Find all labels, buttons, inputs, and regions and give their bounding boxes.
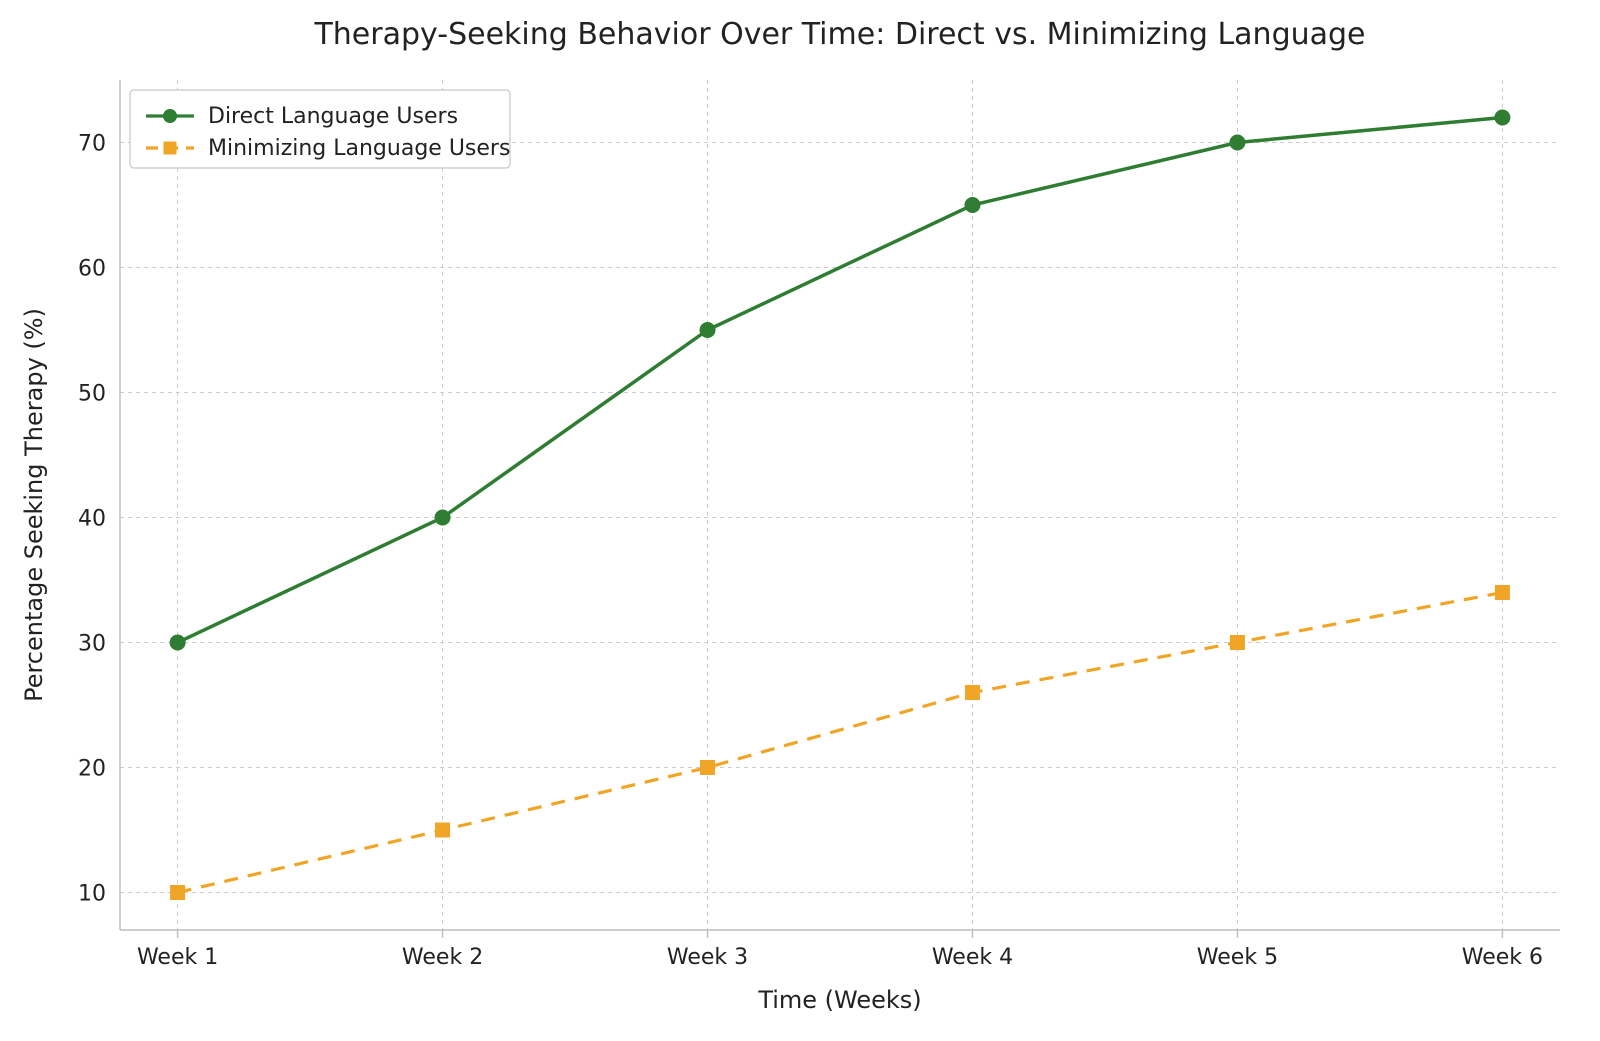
x-tick-label: Week 3 <box>667 945 748 970</box>
x-tick-label: Week 5 <box>1197 945 1278 970</box>
y-tick-label: 30 <box>78 632 106 657</box>
legend-marker-circle <box>163 109 177 123</box>
data-point <box>965 686 979 700</box>
x-axis-label: Time (Weeks) <box>757 986 921 1014</box>
legend-label: Minimizing Language Users <box>208 136 510 161</box>
y-tick-label: 50 <box>78 382 106 407</box>
x-tick-label: Week 6 <box>1462 945 1543 970</box>
series-line-1 <box>178 593 1503 893</box>
data-point <box>170 635 185 650</box>
data-point <box>1495 110 1510 125</box>
y-axis-label: Percentage Seeking Therapy (%) <box>20 308 48 702</box>
data-point <box>1230 636 1244 650</box>
x-tick-label: Week 4 <box>932 945 1013 970</box>
data-point <box>435 510 450 525</box>
legend-label: Direct Language Users <box>208 104 458 129</box>
x-tick-label: Week 1 <box>137 945 218 970</box>
series-line-0 <box>178 118 1503 643</box>
chart-container: Therapy-Seeking Behavior Over Time: Dire… <box>0 0 1600 1041</box>
data-point <box>436 823 450 837</box>
data-point <box>1230 135 1245 150</box>
data-point <box>965 198 980 213</box>
y-tick-label: 40 <box>78 507 106 532</box>
x-tick-label: Week 2 <box>402 945 483 970</box>
data-point <box>700 323 715 338</box>
data-point <box>171 886 185 900</box>
data-point <box>701 761 715 775</box>
legend-marker-square <box>164 142 177 155</box>
y-tick-label: 10 <box>78 882 106 907</box>
chart-title: Therapy-Seeking Behavior Over Time: Dire… <box>313 17 1365 52</box>
data-point <box>1495 586 1509 600</box>
y-tick-label: 70 <box>78 132 106 157</box>
y-tick-label: 20 <box>78 757 106 782</box>
y-tick-label: 60 <box>78 257 106 282</box>
line-chart: Therapy-Seeking Behavior Over Time: Dire… <box>0 0 1600 1041</box>
